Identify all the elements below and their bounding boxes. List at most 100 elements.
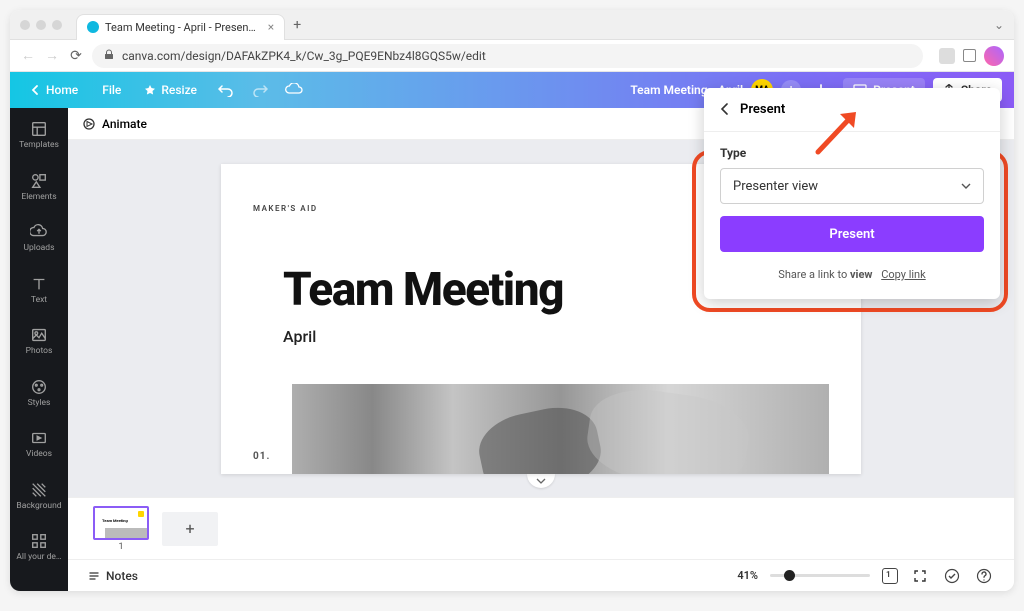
sidebar-item-elements[interactable]: Elements [12, 168, 66, 206]
sidebar-label: Background [16, 502, 61, 511]
sidebar-item-text[interactable]: Text [12, 271, 66, 309]
fullscreen-button[interactable] [910, 566, 930, 586]
browser-window: Team Meeting - April - Presen… × + ⌄ ← →… [10, 10, 1014, 591]
tabs-icon[interactable] [963, 49, 976, 62]
zoom-slider-thumb[interactable] [784, 570, 795, 581]
sidebar-item-templates[interactable]: Templates [12, 116, 66, 154]
slide-thumbnail[interactable]: Team Meeting 1 [92, 506, 150, 552]
thumbnail-preview: Team Meeting [93, 506, 149, 540]
chevron-down-icon [536, 478, 546, 484]
slide-subtitle[interactable]: April [283, 327, 829, 346]
home-label: Home [46, 83, 78, 97]
new-tab-button[interactable]: + [293, 17, 301, 33]
tab-title: Team Meeting - April - Presen… [105, 21, 256, 34]
sidebar-item-uploads[interactable]: Uploads [12, 219, 66, 257]
panel-present-label: Present [829, 227, 874, 242]
traffic-lights [20, 20, 62, 30]
zoom-slider[interactable] [770, 574, 870, 577]
animate-button[interactable]: Animate [82, 117, 147, 131]
reload-icon[interactable]: ⟳ [68, 48, 84, 64]
zoom-percent: 41% [737, 569, 758, 582]
browser-tabbar: Team Meeting - April - Presen… × + ⌄ [10, 10, 1014, 40]
presentation-type-select[interactable]: Presenter view [720, 168, 984, 204]
copy-link-button[interactable]: Copy link [881, 268, 925, 281]
grid-view-button[interactable] [882, 568, 898, 584]
sidebar-item-styles[interactable]: Styles [12, 374, 66, 412]
sidebar-item-background[interactable]: Background [12, 477, 66, 515]
lock-icon [104, 49, 114, 63]
browser-tab[interactable]: Team Meeting - April - Presen… × [76, 14, 285, 40]
browser-urlbar: ← → ⟳ canva.com/design/DAFAkZPK4_k/Cw_3g… [10, 40, 1014, 72]
panel-back-button[interactable] [720, 100, 730, 119]
styles-icon [30, 378, 48, 396]
notes-button[interactable]: Notes [88, 569, 138, 583]
home-button[interactable]: Home [22, 79, 86, 101]
resize-button[interactable]: Resize [137, 79, 205, 101]
file-button[interactable]: File [94, 79, 129, 101]
sidebar-label: Uploads [23, 244, 54, 253]
slide-image[interactable] [292, 384, 829, 474]
share-bold: view [850, 268, 873, 281]
thumbnail-img [105, 528, 147, 538]
footer-bar: Notes 41% [68, 559, 1014, 591]
elements-icon [30, 172, 48, 190]
nav-forward-icon[interactable]: → [44, 47, 60, 64]
templates-icon [30, 120, 48, 138]
thumbnail-number: 1 [118, 542, 123, 552]
uploads-icon [30, 223, 48, 241]
left-sidebar: Templates Elements Uploads Text Photos S… [10, 108, 68, 591]
traffic-min[interactable] [36, 20, 46, 30]
chevron-down-icon [961, 183, 971, 189]
panel-type-label: Type [720, 146, 984, 160]
panel-body: Type Presenter view Present Share a link… [704, 132, 1000, 299]
thumbnail-strip: Team Meeting 1 + [68, 497, 1014, 559]
select-value: Presenter view [733, 179, 818, 194]
sidebar-label: Photos [26, 347, 53, 356]
nav-back-icon[interactable]: ← [20, 47, 36, 64]
share-prefix: Share a link to [778, 268, 850, 281]
sidebar-item-more[interactable]: All your de… [12, 528, 66, 566]
file-label: File [102, 83, 121, 97]
resize-label: Resize [161, 83, 197, 97]
urlbar-right [939, 46, 1004, 66]
tab-favicon [87, 21, 99, 33]
extension-icon[interactable] [939, 48, 955, 64]
animate-icon [82, 117, 96, 131]
present-panel: Present Type Presenter view Present Shar… [704, 88, 1000, 299]
background-icon [30, 481, 48, 499]
sidebar-item-photos[interactable]: Photos [12, 322, 66, 360]
animate-label: Animate [102, 117, 147, 131]
videos-icon [30, 429, 48, 447]
sidebar-label: Videos [26, 450, 52, 459]
sidebar-label: Elements [21, 193, 56, 202]
sidebar-label: All your de… [16, 553, 61, 562]
profile-avatar-icon[interactable] [984, 46, 1004, 66]
panel-present-button[interactable]: Present [720, 216, 984, 252]
redo-button[interactable] [247, 77, 273, 103]
checkmark-icon[interactable] [942, 566, 962, 586]
text-icon [30, 275, 48, 293]
thumbnail-badge [138, 511, 144, 517]
traffic-close[interactable] [20, 20, 30, 30]
panel-header: Present [704, 88, 1000, 132]
help-button[interactable] [974, 566, 994, 586]
undo-button[interactable] [213, 77, 239, 103]
url-text: canva.com/design/DAFAkZPK4_k/Cw_3g_PQE9E… [122, 49, 486, 63]
sidebar-label: Templates [19, 141, 59, 150]
sidebar-label: Styles [28, 399, 51, 408]
cloud-sync-icon[interactable] [281, 77, 307, 103]
panel-title: Present [740, 102, 785, 117]
tab-close-icon[interactable]: × [268, 20, 274, 34]
url-field[interactable]: canva.com/design/DAFAkZPK4_k/Cw_3g_PQE9E… [92, 44, 923, 68]
tabbar-chevron-icon[interactable]: ⌄ [994, 18, 1004, 32]
traffic-max[interactable] [52, 20, 62, 30]
notes-icon [88, 570, 100, 582]
slide-number: 01. [253, 451, 270, 474]
panel-share-row: Share a link to view Copy link [720, 268, 984, 281]
photos-icon [30, 326, 48, 344]
notes-label: Notes [106, 569, 138, 583]
expand-handle[interactable] [527, 474, 555, 488]
add-slide-button[interactable]: + [162, 512, 218, 546]
sidebar-item-videos[interactable]: Videos [12, 425, 66, 463]
sidebar-label: Text [31, 296, 47, 305]
